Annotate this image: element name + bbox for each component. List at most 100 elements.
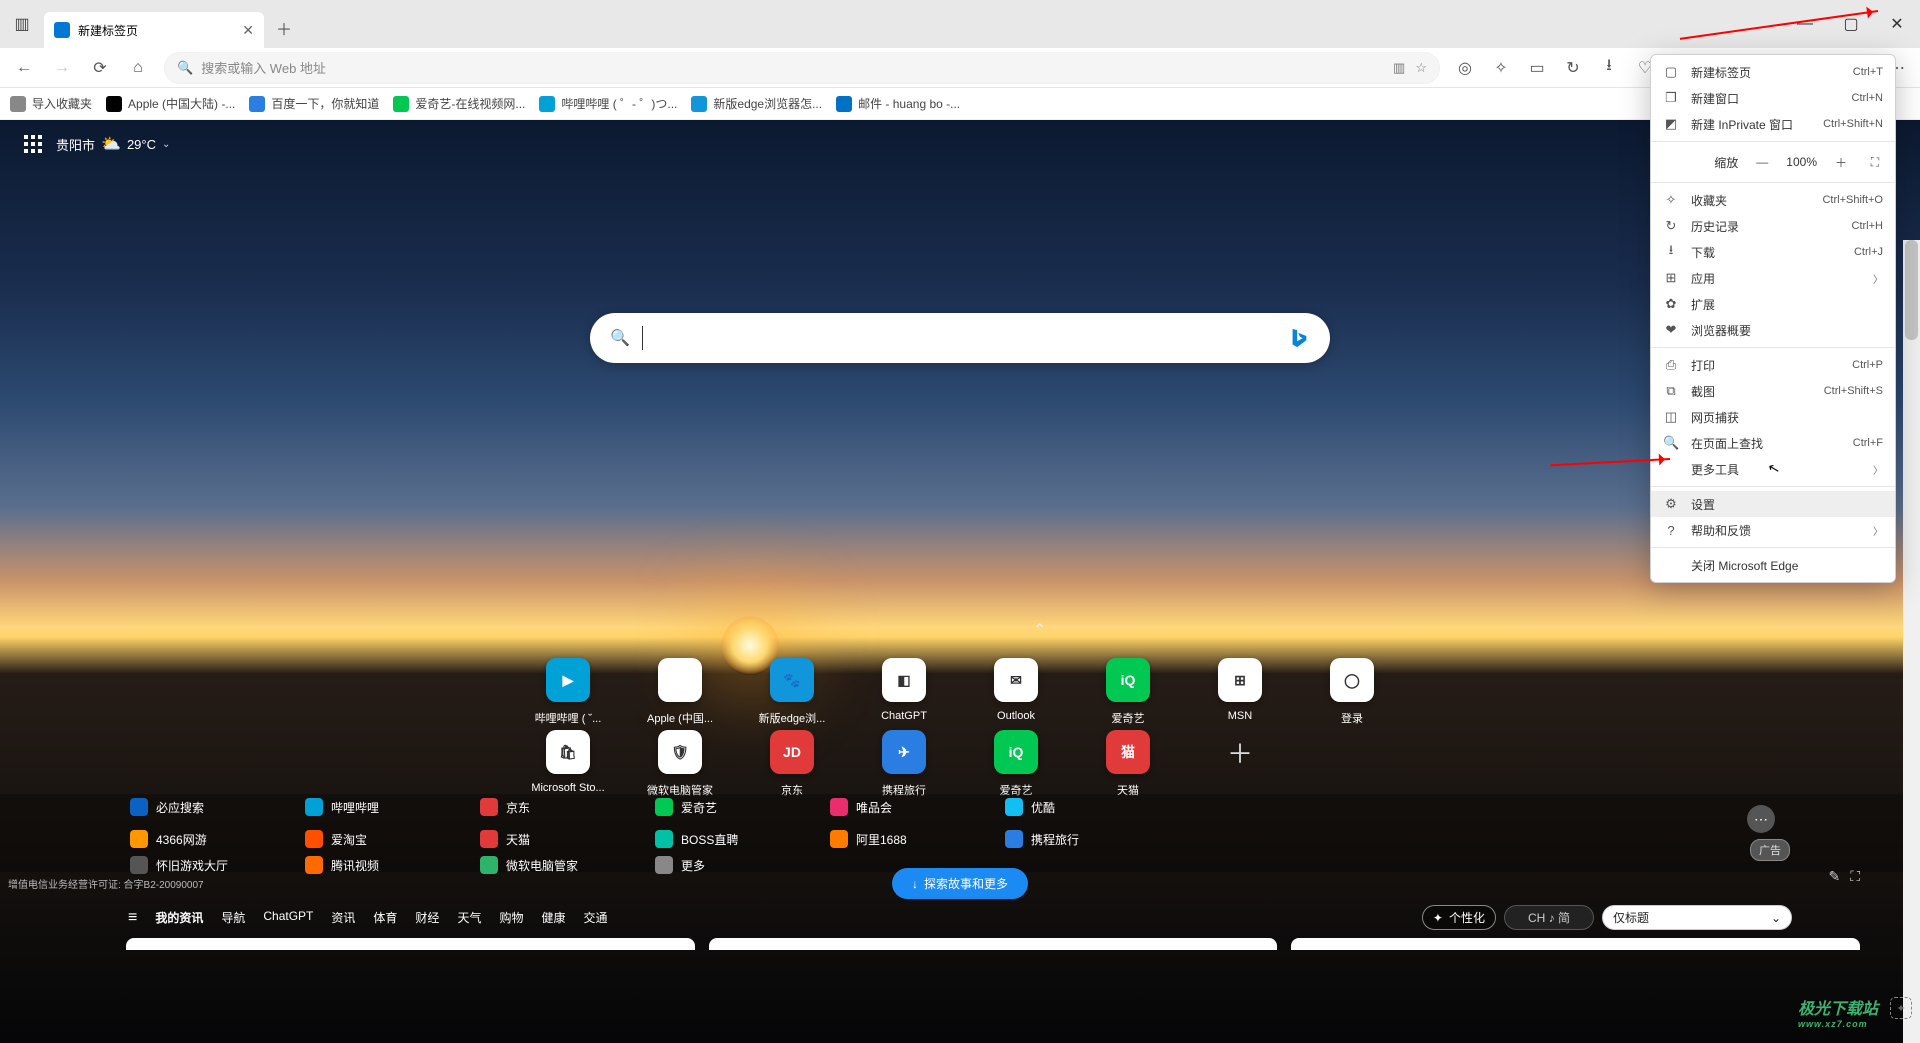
- menu-downloads[interactable]: ⭳下载Ctrl+J: [1651, 239, 1895, 265]
- menu-settings[interactable]: ⚙设置: [1651, 491, 1895, 517]
- explore-button[interactable]: ↓ 探索故事和更多: [892, 868, 1028, 899]
- quick-tile[interactable]: ⊞MSN: [1184, 652, 1296, 732]
- zoom-in-button[interactable]: ＋: [1831, 154, 1851, 171]
- history-icon[interactable]: ↻: [1556, 51, 1590, 85]
- bookmark-item[interactable]: 邮件 - huang bo -...: [836, 95, 960, 112]
- ntp-search-input[interactable]: [655, 330, 1276, 347]
- bookmark-item[interactable]: 新版edge浏览器怎...: [691, 95, 822, 112]
- menu-webcapture[interactable]: ◫网页捕获: [1651, 404, 1895, 430]
- quick-tile[interactable]: ◧ChatGPT: [848, 652, 960, 732]
- quick-link[interactable]: 阿里1688: [830, 824, 1005, 854]
- quick-links-more-button[interactable]: ⋯: [1747, 805, 1775, 833]
- quick-link[interactable]: 腾讯视频: [305, 856, 480, 874]
- collections-icon[interactable]: ▭: [1520, 51, 1554, 85]
- scrollbar[interactable]: [1903, 240, 1920, 1043]
- layout-select[interactable]: 仅标题⌄: [1602, 905, 1792, 930]
- quick-tile[interactable]: ◯登录: [1296, 652, 1408, 732]
- ime-indicator[interactable]: CH ♪ 简: [1504, 905, 1594, 930]
- menu-close-edge[interactable]: 关闭 Microsoft Edge: [1651, 552, 1895, 578]
- quick-link[interactable]: 必应搜索: [130, 792, 305, 822]
- quick-tile[interactable]: 🐾新版edge浏...: [736, 652, 848, 732]
- menu-help[interactable]: ?帮助和反馈〉: [1651, 517, 1895, 543]
- personalize-button[interactable]: ✦ 个性化: [1422, 905, 1496, 930]
- feed-card[interactable]: [126, 938, 695, 950]
- quick-link[interactable]: 携程旅行: [1005, 824, 1180, 854]
- menu-essentials[interactable]: ❤浏览器概要: [1651, 317, 1895, 343]
- edit-bg-icon[interactable]: ✎: [1828, 868, 1840, 885]
- home-button[interactable]: ⌂: [120, 50, 156, 86]
- feed-nav-item[interactable]: 天气: [457, 909, 481, 926]
- favorites-icon[interactable]: ✧: [1484, 51, 1518, 85]
- bookmark-item[interactable]: Apple (中国大陆) -...: [106, 95, 235, 112]
- feed-nav-item[interactable]: 健康: [541, 909, 565, 926]
- downloads-icon[interactable]: ⭳: [1592, 51, 1626, 85]
- feed-nav-item[interactable]: 交通: [583, 909, 607, 926]
- bookmark-item[interactable]: 导入收藏夹: [10, 95, 92, 112]
- apps-launcher-icon[interactable]: [24, 135, 42, 153]
- close-button[interactable]: ✕: [1874, 8, 1920, 40]
- quick-link[interactable]: 怀旧游戏大厅: [130, 856, 305, 874]
- quick-link[interactable]: 天猫: [480, 824, 655, 854]
- menu-find[interactable]: 🔍在页面上查找Ctrl+F: [1651, 430, 1895, 456]
- ime-label: CH ♪ 简: [1528, 909, 1570, 926]
- city-label: 贵阳市: [56, 135, 95, 154]
- bookmark-item[interactable]: 百度一下，你就知道: [249, 95, 379, 112]
- feed-nav-item[interactable]: 我的资讯: [155, 909, 203, 926]
- sidebar-chat-icon[interactable]: ✦: [1890, 997, 1912, 1019]
- quick-link[interactable]: 更多: [655, 856, 830, 874]
- feed-card[interactable]: [1291, 938, 1860, 950]
- menu-new-tab[interactable]: ▢新建标签页Ctrl+T: [1651, 59, 1895, 85]
- quick-link[interactable]: BOSS直聘: [655, 824, 830, 854]
- feed-nav-item[interactable]: 财经: [415, 909, 439, 926]
- bookmark-item[interactable]: 爱奇艺-在线视频网...: [393, 95, 525, 112]
- feed-nav-item[interactable]: 购物: [499, 909, 523, 926]
- quick-tile[interactable]: ✉Outlook: [960, 652, 1072, 732]
- menu-screenshot[interactable]: ⧉截图Ctrl+Shift+S: [1651, 378, 1895, 404]
- ntp-search-bar[interactable]: 🔍: [590, 313, 1330, 363]
- bookmark-item[interactable]: 哔哩哔哩 ( ゜- ゜)つ...: [539, 95, 677, 112]
- collapse-tiles-icon[interactable]: ⌃: [1033, 620, 1046, 640]
- quick-link[interactable]: 唯品会: [830, 792, 1005, 822]
- menu-print[interactable]: ⎙打印Ctrl+P: [1651, 352, 1895, 378]
- zoom-out-button[interactable]: —: [1752, 155, 1772, 169]
- feed-nav-item[interactable]: 资讯: [331, 909, 355, 926]
- window-controls: — ▢ ✕: [1782, 0, 1920, 48]
- reader-icon[interactable]: ▥: [1393, 60, 1405, 76]
- tab-close-icon[interactable]: ✕: [242, 22, 254, 39]
- quick-link[interactable]: 哔哩哔哩: [305, 792, 480, 822]
- back-button[interactable]: ←: [6, 50, 42, 86]
- feed-nav-item[interactable]: ChatGPT: [263, 909, 313, 926]
- quick-link-icon: [305, 830, 323, 848]
- quick-tile[interactable]: iQ爱奇艺: [1072, 652, 1184, 732]
- menu-extensions[interactable]: ✿扩展: [1651, 291, 1895, 317]
- weather-widget[interactable]: 贵阳市 ⛅ 29°C ⌄: [56, 134, 170, 154]
- fullscreen-icon[interactable]: ⛶: [1850, 868, 1860, 885]
- quick-link[interactable]: 京东: [480, 792, 655, 822]
- menu-inprivate[interactable]: ◩新建 InPrivate 窗口Ctrl+Shift+N: [1651, 111, 1895, 137]
- browser-tab[interactable]: 新建标签页 ✕: [44, 12, 264, 48]
- forward-button[interactable]: →: [44, 50, 80, 86]
- quick-link[interactable]: 微软电脑管家: [480, 856, 655, 874]
- feed-nav-item[interactable]: 导航: [221, 909, 245, 926]
- tab-actions-icon[interactable]: ▥: [4, 6, 40, 42]
- menu-favorites[interactable]: ✧收藏夹Ctrl+Shift+O: [1651, 187, 1895, 213]
- refresh-button[interactable]: ⟳: [82, 50, 118, 86]
- menu-history[interactable]: ↻历史记录Ctrl+H: [1651, 213, 1895, 239]
- address-bar[interactable]: 🔍 搜索或输入 Web 地址 ▥ ☆: [164, 52, 1440, 84]
- quick-tile[interactable]: Apple (中国...: [624, 652, 736, 732]
- feed-menu-icon[interactable]: ≡: [128, 909, 137, 927]
- quick-tile[interactable]: ▶哔哩哔哩 ( ˘...: [512, 652, 624, 732]
- quick-link[interactable]: 4366网游: [130, 824, 305, 854]
- quick-link[interactable]: 优酷: [1005, 792, 1180, 822]
- quick-link[interactable]: 爱奇艺: [655, 792, 830, 822]
- new-tab-button[interactable]: ＋: [268, 12, 300, 44]
- feed-card[interactable]: [709, 938, 1278, 950]
- favorite-star-icon[interactable]: ☆: [1415, 60, 1427, 76]
- feed-nav-item[interactable]: 体育: [373, 909, 397, 926]
- tracking-icon[interactable]: ◎: [1448, 51, 1482, 85]
- menu-new-window[interactable]: ❐新建窗口Ctrl+N: [1651, 85, 1895, 111]
- quick-link[interactable]: 爱淘宝: [305, 824, 480, 854]
- menu-apps[interactable]: ⊞应用〉: [1651, 265, 1895, 291]
- fullscreen-button[interactable]: ⛶: [1865, 155, 1885, 170]
- scrollbar-thumb[interactable]: [1905, 240, 1918, 340]
